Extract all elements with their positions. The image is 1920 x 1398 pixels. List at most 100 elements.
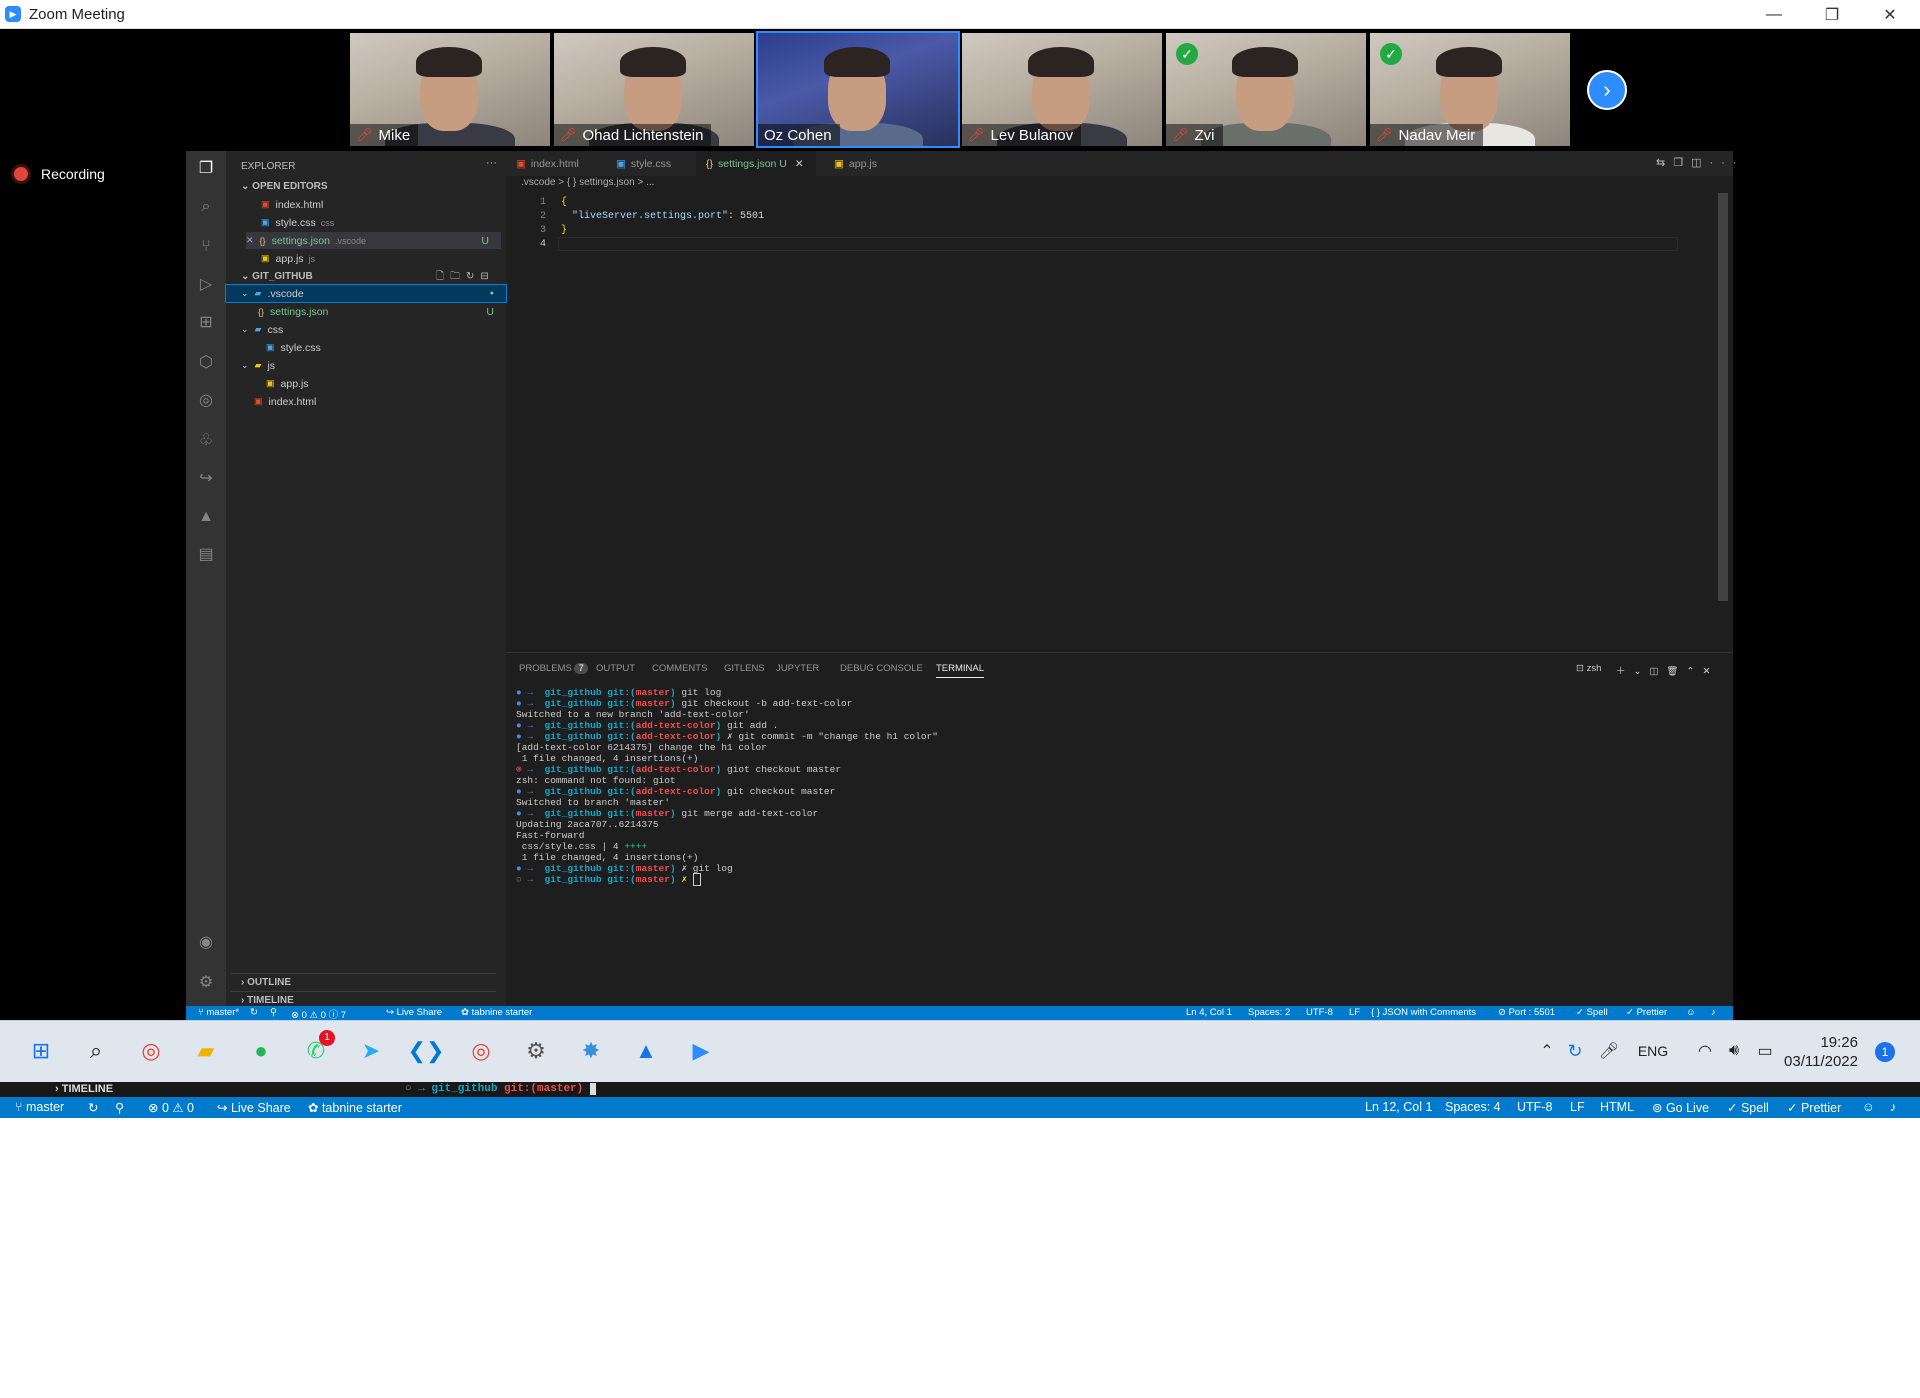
language-status[interactable]: HTML — [1600, 1100, 1634, 1114]
outline-header[interactable]: › OUTLINE — [231, 973, 496, 988]
spell-status[interactable]: ✓ Spell — [1727, 1100, 1769, 1115]
remote-icon[interactable]: ⚲ — [115, 1100, 124, 1115]
volume-icon[interactable]: 🔊︎ — [1717, 1034, 1751, 1068]
close-icon[interactable]: ✕ — [795, 158, 804, 170]
cursor-position[interactable]: Ln 4, Col 1 — [1186, 1007, 1232, 1018]
open-editors-header[interactable]: ⌄ OPEN EDITORS — [241, 181, 328, 192]
open-editor-item[interactable]: ▣ style.css css — [261, 214, 501, 231]
problems-status[interactable]: ⊗ 0 ⚠ 0 — [148, 1100, 194, 1115]
participant-tile[interactable]: 🎤︎ Ohad Lichtenstein — [554, 33, 754, 146]
chrome-profile-icon[interactable]: ◎ — [464, 1034, 498, 1068]
terminal-shell-selector[interactable]: ⊡ zsh — [1576, 663, 1601, 674]
branch-status[interactable]: ⑂ master* — [198, 1007, 239, 1018]
bell-icon[interactable]: ♪ — [1890, 1100, 1896, 1114]
windows-start-icon[interactable]: ⊞ — [24, 1034, 58, 1068]
minimize-button[interactable]: — — [1745, 0, 1803, 29]
problems-status[interactable]: ⊗ 0 ⚠ 0 ⓘ 7 — [291, 1007, 346, 1021]
tabnine-status[interactable]: ✿ tabnine starter — [308, 1100, 402, 1115]
battery-icon[interactable]: ▭ — [1748, 1034, 1782, 1068]
whatsapp-icon[interactable]: ✆ 1 — [299, 1030, 335, 1068]
breadcrumb[interactable]: .vscode > { } settings.json > ... — [521, 177, 654, 188]
participant-tile[interactable]: ✓ 🎤︎ Nadav Meir — [1370, 33, 1570, 146]
live-share-icon[interactable]: ↪ — [196, 469, 216, 489]
branch-status[interactable]: ⑂ master — [15, 1100, 64, 1114]
tree-icon[interactable]: ♧ — [196, 431, 216, 451]
spell-status[interactable]: ✓ Spell — [1576, 1007, 1608, 1018]
tab-gitlens[interactable]: GITLENS — [724, 663, 765, 674]
live-share-status[interactable]: ↪ Live Share — [386, 1007, 442, 1018]
file-explorer-icon[interactable]: ▰ — [189, 1034, 223, 1068]
feedback-icon[interactable]: ☺ — [1686, 1007, 1696, 1018]
tab-settings-json[interactable]: {} settings.json U ✕ — [696, 151, 816, 176]
tab-jupyter[interactable]: JUPYTER — [776, 663, 819, 674]
notification-center[interactable]: 1 — [1875, 1042, 1895, 1062]
telegram-icon[interactable]: ➤ — [354, 1034, 388, 1068]
run-debug-icon[interactable]: ▷ — [196, 275, 216, 295]
editor-scrollbar[interactable] — [1718, 193, 1728, 601]
timeline-header[interactable]: › TIMELINE — [231, 991, 496, 1006]
spotify-icon[interactable]: ● — [244, 1034, 278, 1068]
live-share-status[interactable]: ↪ Live Share — [217, 1100, 291, 1115]
language-indicator[interactable]: ENG — [1636, 1034, 1670, 1068]
feedback-icon[interactable]: ☺ — [1862, 1100, 1875, 1114]
account-icon[interactable]: ◉ — [196, 933, 216, 953]
tab-problems[interactable]: PROBLEMS 7 — [519, 663, 588, 674]
chrome-icon[interactable]: ◎ — [134, 1034, 168, 1068]
sync-icon[interactable]: ↻ — [1558, 1034, 1592, 1068]
editor-actions[interactable]: ⇆❐◫··· — [1656, 156, 1744, 169]
eol-status[interactable]: LF — [1349, 1007, 1360, 1018]
go-live-button[interactable]: ⊚ Go Live — [1652, 1100, 1709, 1115]
tab-output[interactable]: OUTPUT — [596, 663, 635, 674]
tree-folder[interactable]: ⌄ ▰ js — [241, 357, 501, 374]
tree-file[interactable]: ▣ index.html — [254, 393, 506, 410]
microphone-icon[interactable]: 🎤︎ — [1592, 1034, 1626, 1068]
remote-icon[interactable]: ⚲ — [270, 1007, 277, 1018]
close-button[interactable]: ✕ — [1861, 0, 1919, 29]
source-control-icon[interactable]: ⑂ — [196, 237, 216, 257]
more-actions-icon[interactable]: ··· — [486, 157, 497, 169]
encoding-status[interactable]: UTF-8 — [1306, 1007, 1333, 1018]
notebook-icon[interactable]: ▤ — [196, 545, 216, 565]
participant-tile[interactable]: Oz Cohen — [756, 31, 960, 148]
explorer-icon[interactable]: ❐ — [196, 159, 216, 179]
tab-comments[interactable]: COMMENTS — [652, 663, 707, 674]
extensions-icon[interactable]: ⊞ — [196, 313, 216, 333]
tree-folder[interactable]: ⌄ ▰ css — [241, 321, 501, 338]
language-status[interactable]: { } JSON with Comments — [1371, 1007, 1476, 1018]
restore-button[interactable]: ❐ — [1803, 0, 1861, 29]
open-editor-item[interactable]: ▣ app.js js — [261, 250, 501, 267]
explorer-toolbar-icons[interactable]: 🗋🗀↻⊟ — [436, 269, 495, 286]
participant-tile[interactable]: ✓ 🎤︎ Zvi — [1166, 33, 1366, 146]
tab-debug-console[interactable]: DEBUG CONSOLE — [840, 663, 923, 674]
indentation-status[interactable]: Spaces: 4 — [1445, 1100, 1501, 1114]
tab-style-css[interactable]: ▣ style.css — [606, 151, 681, 176]
prettier-status[interactable]: ✓ Prettier — [1787, 1100, 1841, 1115]
eol-status[interactable]: LF — [1570, 1100, 1585, 1114]
code-editor[interactable]: 1 2 3 4 { "liveServer.settings.port": 55… — [506, 193, 1733, 653]
next-page-button[interactable]: › — [1587, 70, 1627, 110]
settings-icon[interactable]: ⚙ — [519, 1034, 553, 1068]
indentation-status[interactable]: Spaces: 2 — [1248, 1007, 1290, 1018]
zoom-icon[interactable]: ▶ — [684, 1034, 718, 1068]
project-header[interactable]: ⌄ GIT_GITHUB — [241, 271, 313, 282]
timeline-header[interactable]: › TIMELINE — [55, 1083, 113, 1095]
prettier-status[interactable]: ✓ Prettier — [1626, 1007, 1667, 1018]
participant-tile[interactable]: 🎤︎ Lev Bulanov — [962, 33, 1162, 146]
bell-icon[interactable]: ♪ — [1711, 1007, 1716, 1018]
photos-icon[interactable]: ▲ — [629, 1034, 663, 1068]
open-editor-item[interactable]: ✕{} settings.json .vscode U — [246, 232, 501, 249]
recording-indicator[interactable]: Recording — [14, 166, 105, 182]
encoding-status[interactable]: UTF-8 — [1517, 1100, 1552, 1114]
tree-file[interactable]: ▣ style.css — [266, 339, 506, 356]
tree-file[interactable]: {} settings.json U — [258, 303, 506, 320]
sync-icon[interactable]: ↻ — [88, 1100, 98, 1115]
cursor-position[interactable]: Ln 12, Col 1 — [1365, 1100, 1432, 1114]
search-icon[interactable]: ⌕ — [196, 197, 216, 217]
tab-terminal[interactable]: TERMINAL — [936, 663, 985, 678]
terminal-actions[interactable]: ＋⌄◫🗑⌃✕ — [1616, 663, 1718, 677]
open-editor-item[interactable]: ▣ index.html — [261, 196, 501, 213]
port-status[interactable]: ⊘ Port : 5501 — [1498, 1007, 1555, 1018]
tab-index-html[interactable]: ▣ index.html — [506, 151, 589, 176]
participant-tile[interactable]: 🎤︎ Mike — [350, 33, 550, 146]
remote-icon[interactable]: ⬡ — [196, 353, 216, 373]
